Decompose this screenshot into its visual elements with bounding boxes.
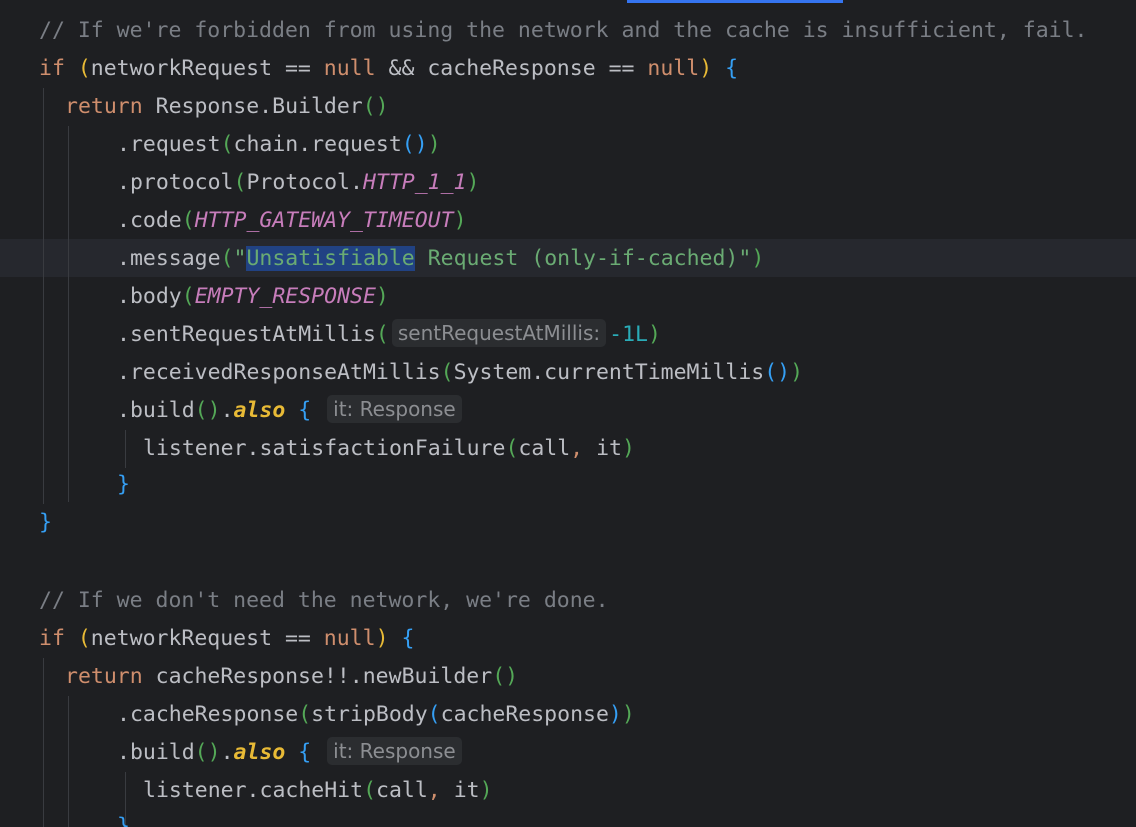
indent-guide <box>43 88 44 504</box>
number-literal: -1L <box>609 322 648 347</box>
keyword-return: return <box>65 664 143 689</box>
keyword-null: null <box>323 56 376 81</box>
code-line[interactable]: if (networkRequest == null && cacheRespo… <box>39 50 738 88</box>
comment: // If we're forbidden from using the net… <box>39 18 1088 43</box>
code-line[interactable]: } <box>117 808 130 827</box>
code-line[interactable]: .receivedResponseAtMillis(System.current… <box>117 354 803 392</box>
constant: HTTP_GATEWAY_TIMEOUT <box>194 208 454 233</box>
code-line[interactable]: .body(EMPTY_RESPONSE) <box>117 278 389 316</box>
text-selection[interactable]: Unsatisfiable <box>246 246 415 271</box>
code-line[interactable]: // If we don't need the network, we're d… <box>39 582 609 620</box>
code-line[interactable]: .request(chain.request()) <box>117 126 441 164</box>
identifier: cacheResponse <box>427 56 596 81</box>
code-line[interactable]: .protocol(Protocol.HTTP_1_1) <box>117 164 479 202</box>
lambda-parameter-hint: it: Response <box>327 395 462 423</box>
keyword-if: if <box>39 626 65 651</box>
constant: EMPTY_RESPONSE <box>194 284 376 309</box>
identifier: networkRequest <box>90 56 273 81</box>
lambda-parameter-hint: it: Response <box>327 737 462 765</box>
code-line[interactable]: .message("Unsatisfiable Request (only-if… <box>117 240 764 278</box>
code-line[interactable]: } <box>117 466 130 504</box>
identifier: networkRequest <box>90 626 273 651</box>
comment: // If we don't need the network, we're d… <box>39 588 609 613</box>
identifier: Response.Builder <box>155 94 363 119</box>
indent-guide <box>125 430 126 468</box>
code-line[interactable]: .build().also { it: Response <box>117 392 465 430</box>
indent-guide <box>68 126 69 502</box>
code-line[interactable]: // If we're forbidden from using the net… <box>39 12 1087 50</box>
constant: HTTP_1_1 <box>362 170 467 195</box>
string-literal: Request (only-if-cached) <box>414 246 739 271</box>
parameter-hint: sentRequestAtMillis: <box>391 319 607 347</box>
keyword-null: null <box>323 626 376 651</box>
indent-guide <box>43 658 44 827</box>
code-line[interactable]: .build().also { it: Response <box>117 734 465 772</box>
code-line[interactable]: listener.cacheHit(call, it) <box>143 772 493 810</box>
horizontal-scrollbar-thumb[interactable] <box>627 0 843 3</box>
extension-function: also <box>233 740 286 765</box>
code-line[interactable]: .cacheResponse(stripBody(cacheResponse)) <box>117 696 635 734</box>
keyword-return: return <box>65 94 143 119</box>
keyword-if: if <box>39 56 65 81</box>
code-line[interactable]: .code(HTTP_GATEWAY_TIMEOUT) <box>117 202 467 240</box>
code-line[interactable]: .sentRequestAtMillis(sentRequestAtMillis… <box>117 316 661 354</box>
code-line[interactable]: listener.satisfactionFailure(call, it) <box>143 430 635 468</box>
code-line[interactable]: } <box>39 504 52 542</box>
code-line[interactable]: if (networkRequest == null) { <box>39 620 414 658</box>
extension-function: also <box>233 398 286 423</box>
keyword-null: null <box>647 56 700 81</box>
indent-guide <box>68 696 69 827</box>
code-line[interactable]: return Response.Builder() <box>65 88 389 126</box>
code-editor[interactable]: // If we're forbidden from using the net… <box>0 0 1136 827</box>
code-line[interactable]: return cacheResponse!!.newBuilder() <box>65 658 518 696</box>
